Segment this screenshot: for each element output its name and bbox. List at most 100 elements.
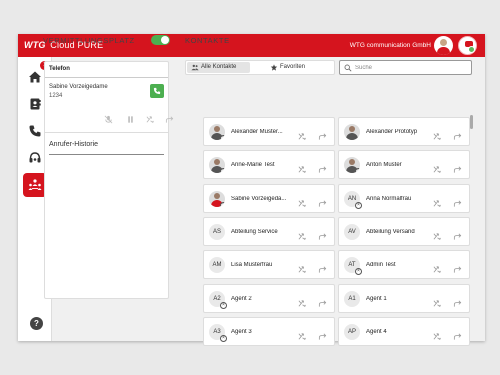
forward-icon[interactable] (453, 328, 462, 340)
contact-name: Sabine Vorzeigeda... (231, 195, 287, 202)
forward-icon[interactable] (453, 228, 462, 240)
transfer-icon[interactable] (433, 228, 442, 240)
switchboard-toggle[interactable] (151, 35, 170, 45)
avatar: × (209, 157, 225, 174)
transfer-icon[interactable] (298, 328, 307, 340)
transfer-icon[interactable] (298, 261, 307, 273)
contacts-scrollbar[interactable] (470, 115, 473, 129)
avatar: A3 × (209, 323, 227, 342)
contact-card[interactable]: × Anton Muster (338, 150, 470, 180)
forward-icon[interactable] (453, 128, 462, 140)
contacts-tabs: Alle Kontakte Favoriten (185, 60, 335, 75)
transfer-icon[interactable] (298, 228, 307, 240)
contact-card[interactable]: A2 × Agent 2 (203, 283, 335, 313)
avatar: AM (209, 257, 225, 274)
contact-card[interactable]: Alexander Prototyp (338, 117, 470, 146)
contact-name: Anna Normalfrau (366, 195, 412, 202)
forward-icon[interactable] (453, 161, 462, 173)
tab-favorites[interactable]: Favoriten (266, 62, 326, 73)
transfer-button[interactable] (145, 114, 155, 124)
contact-card[interactable]: AS Abteilung Service (203, 216, 335, 246)
forward-icon[interactable] (453, 195, 462, 207)
unavailable-icon: × (355, 168, 360, 174)
transfer-icon[interactable] (433, 128, 442, 140)
contact-card[interactable]: AV Abteilung Versand (338, 216, 470, 246)
avatar: × (209, 124, 225, 140)
caller-number: 1234 (49, 93, 63, 99)
call-button[interactable] (150, 84, 164, 98)
transfer-icon[interactable] (298, 295, 307, 307)
forward-icon[interactable] (318, 228, 327, 240)
caller-name: Sabine Vorzeigedame (49, 84, 108, 90)
forward-icon[interactable] (318, 161, 327, 173)
tab-all-contacts[interactable]: Alle Kontakte (187, 62, 250, 73)
mute-icon (104, 115, 112, 123)
forward-icon[interactable] (318, 261, 327, 273)
contact-card[interactable]: × Sabine Vorzeigeda... (203, 183, 335, 213)
forward-icon[interactable] (318, 128, 327, 140)
avatar: AT × (344, 257, 362, 276)
contact-card[interactable]: × Anne-Marie Test (203, 150, 335, 180)
transfer-icon[interactable] (298, 195, 307, 207)
avatar: AV (344, 223, 360, 240)
contact-card[interactable]: AM Lisa Musterfrau (203, 250, 335, 280)
star-icon (270, 64, 278, 71)
forward-icon[interactable] (318, 328, 327, 340)
forward-icon[interactable] (318, 295, 327, 307)
divider (45, 132, 168, 133)
contact-name: Agent 1 (366, 295, 387, 302)
transfer-icon[interactable] (433, 295, 442, 307)
avatar: A2 × (209, 290, 227, 309)
phone-card-header: Telefon (45, 62, 168, 78)
transfer-icon[interactable] (433, 328, 442, 340)
contact-name: Lisa Musterfrau (231, 262, 273, 269)
transfer-icon[interactable] (433, 195, 442, 207)
presence-status-icon[interactable] (458, 36, 477, 55)
transfer-icon[interactable] (298, 161, 307, 173)
forward-icon[interactable] (453, 261, 462, 273)
forward-icon (165, 116, 173, 123)
hold-button[interactable] (125, 114, 135, 124)
contact-card[interactable]: AP Agent 4 (338, 316, 470, 346)
contact-name: Alexander Prototyp (366, 129, 418, 135)
caller-history-label: Anrufer-Historie (49, 141, 99, 148)
mute-button[interactable] (103, 114, 113, 124)
contact-name: Alexander Muster... (231, 129, 283, 135)
search-input[interactable] (355, 63, 465, 73)
avatar: × (344, 157, 360, 174)
forward-icon[interactable] (318, 195, 327, 207)
phone-card: Telefon Sabine Vorzeigedame 1234 Anrufer… (44, 61, 173, 299)
contact-card[interactable]: A3 × Agent 3 (203, 316, 335, 346)
contact-name: Anne-Marie Test (231, 162, 275, 169)
avatar (344, 124, 360, 140)
contact-card[interactable]: A1 Agent 1 (338, 283, 470, 313)
contacts-search (339, 60, 472, 75)
transfer-icon (146, 115, 154, 123)
home-icon (29, 71, 41, 83)
transfer-icon[interactable] (298, 128, 307, 140)
transfer-icon[interactable] (433, 161, 442, 173)
caller-history-underline (49, 154, 164, 155)
unavailable-icon: × (220, 201, 225, 207)
avatar: × (209, 190, 225, 207)
forward-button[interactable] (164, 114, 174, 124)
contacts-book-icon (30, 98, 41, 110)
contacts-title: KONTAKTE (185, 36, 230, 45)
contact-name: Agent 4 (366, 328, 387, 335)
contact-card[interactable]: × Alexander Muster... (203, 117, 335, 146)
contact-name: Anton Muster (366, 162, 402, 169)
contact-name: Agent 3 (231, 328, 252, 335)
avatar: A1 (344, 290, 360, 307)
company-name: WTG communication GmbH (349, 42, 431, 49)
unavailable-icon: × (355, 268, 362, 276)
forward-icon[interactable] (453, 295, 462, 307)
help-icon[interactable]: ? (30, 317, 43, 330)
contact-card[interactable]: AN × Anna Normalfrau (338, 183, 470, 213)
pause-icon (127, 115, 133, 123)
contact-name: Abteilung Versand (366, 228, 415, 235)
transfer-icon[interactable] (433, 261, 442, 273)
unavailable-icon: × (220, 168, 225, 174)
user-avatar[interactable] (434, 36, 453, 55)
search-icon (344, 64, 352, 72)
contact-card[interactable]: AT × Admin Test (338, 250, 470, 280)
